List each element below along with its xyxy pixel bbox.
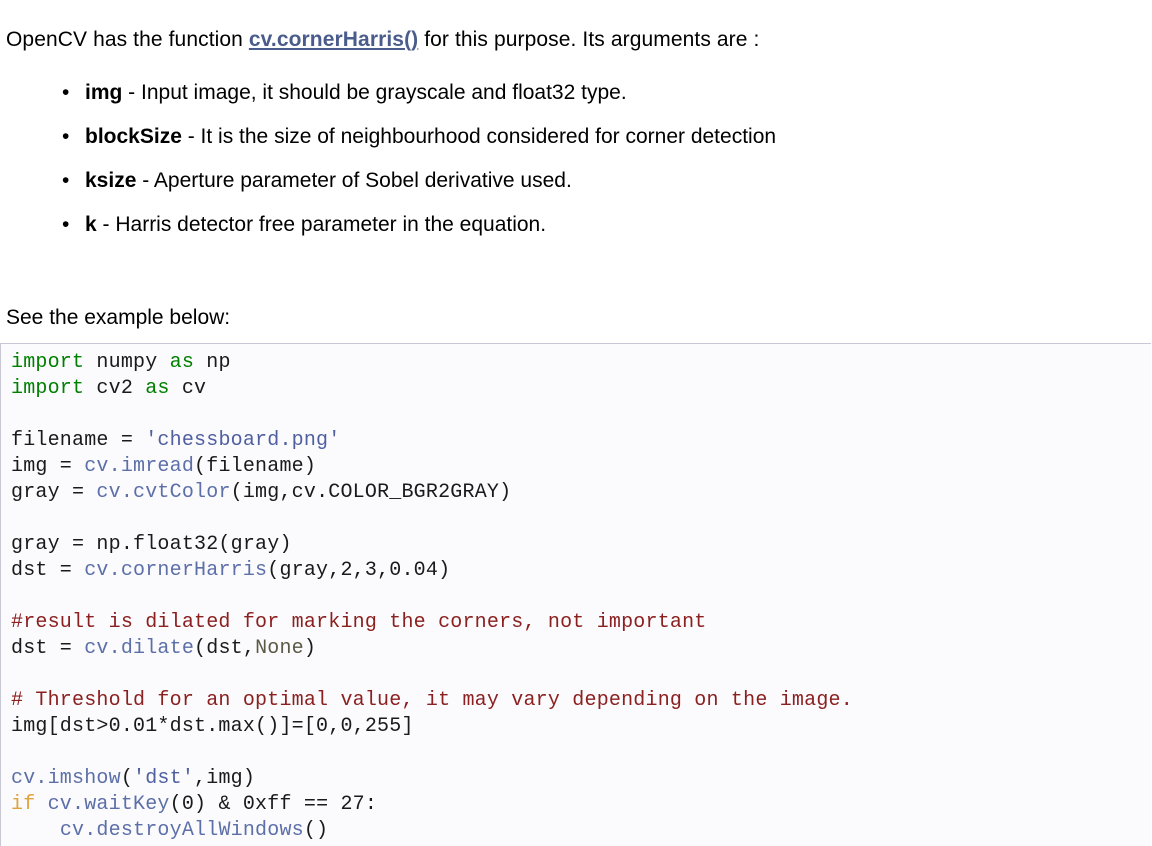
bullet-icon: • xyxy=(62,213,70,236)
code-token-kw2: if xyxy=(11,793,36,816)
code-token-str: 'chessboard.png' xyxy=(145,429,341,452)
code-token-plain: ,img) xyxy=(194,767,256,790)
code-token-plain: gray = np.float32(gray) xyxy=(11,533,292,556)
code-line: img = cv.imread(filename) xyxy=(11,454,1151,480)
code-line: img[dst>0.01*dst.max()]=[0,0,255] xyxy=(11,714,1151,740)
code-token-kw: as xyxy=(145,377,170,400)
bullet-icon: • xyxy=(62,125,70,148)
code-token-plain: cv xyxy=(169,377,207,400)
code-token-plain: filename = xyxy=(11,429,146,452)
argument-name: img xyxy=(85,81,123,104)
code-token-comment: #result is dilated for marking the corne… xyxy=(11,611,707,634)
code-line: gray = np.float32(gray) xyxy=(11,532,1151,558)
code-line: cv.destroyAllWindows() xyxy=(11,818,1151,844)
code-token-plain: np xyxy=(194,351,231,374)
code-token-fn: cv.waitKey xyxy=(47,793,170,816)
code-token-fn: cv.cornerHarris xyxy=(84,559,268,582)
code-line: dst = cv.dilate(dst,None) xyxy=(11,636,1151,662)
code-token-const: None xyxy=(255,637,304,660)
code-line: filename = 'chessboard.png' xyxy=(11,428,1151,454)
code-token-plain: gray = xyxy=(11,481,97,504)
code-token-plain: cv2 xyxy=(84,377,146,400)
code-line: dst = cv.cornerHarris(gray,2,3,0.04) xyxy=(11,558,1151,584)
code-block[interactable]: import numpy as np import cv2 as cv filen… xyxy=(0,343,1151,846)
code-token-plain: ( xyxy=(120,767,134,790)
bullet-icon: • xyxy=(62,81,70,104)
arguments-list: • img - Input image, it should be graysca… xyxy=(0,78,776,254)
code-line: cv.imshow('dst',img) xyxy=(11,766,1151,792)
code-token-plain: img[dst>0.01*dst.max()]=[0,0,255] xyxy=(11,715,414,738)
argument-item: • img - Input image, it should be graysca… xyxy=(0,78,776,122)
intro-text-before: OpenCV has the function xyxy=(6,28,249,51)
code-token-plain: dst = xyxy=(11,559,85,582)
code-token-str: 'dst' xyxy=(133,767,195,790)
intro-text-after: for this purpose. Its arguments are : xyxy=(418,28,760,51)
argument-item: • blockSize - It is the size of neighbour… xyxy=(0,122,776,166)
code-token-plain: (0) & 0xff == 27: xyxy=(169,793,378,816)
code-token-plain: (filename) xyxy=(194,455,317,478)
code-token-fn: cv.destroyAllWindows xyxy=(59,819,304,842)
code-line: #result is dilated for marking the corne… xyxy=(11,610,1151,636)
bullet-icon: • xyxy=(62,169,70,192)
documentation-page: OpenCV has the function cv.cornerHarris(… xyxy=(0,0,1152,846)
code-token-fn: cv.dilate xyxy=(84,637,195,660)
code-token-plain: numpy xyxy=(84,351,170,374)
argument-name: blockSize xyxy=(85,125,182,148)
code-token-fn: cv.imshow xyxy=(11,767,121,790)
argument-description: - It is the size of neighbourhood consid… xyxy=(181,125,777,148)
code-token-comment: # Threshold for an optimal value, it may… xyxy=(11,689,853,712)
code-token-kw: import xyxy=(11,351,85,374)
argument-name: k xyxy=(85,213,97,236)
code-token-kw: import xyxy=(11,377,85,400)
argument-description: - Harris detector free parameter in the … xyxy=(96,213,547,236)
argument-item: • ksize - Aperture parameter of Sobel der… xyxy=(0,166,776,210)
code-token-plain: () xyxy=(303,819,329,842)
argument-description: - Aperture parameter of Sobel derivative… xyxy=(136,169,572,192)
code-line: import numpy as np xyxy=(11,350,1151,376)
code-line: gray = cv.cvtColor(img,cv.COLOR_BGR2GRAY… xyxy=(11,480,1151,506)
intro-paragraph: OpenCV has the function cv.cornerHarris(… xyxy=(6,26,759,54)
argument-item: • k - Harris detector free parameter in t… xyxy=(0,210,776,254)
code-token-plain: dst = xyxy=(11,637,85,660)
code-token-plain: (img,cv.COLOR_BGR2GRAY) xyxy=(230,481,512,504)
code-token-kw: as xyxy=(169,351,195,374)
code-token-plain: (dst, xyxy=(194,637,256,660)
code-line: import cv2 as cv xyxy=(11,376,1151,402)
code-line: # Threshold for an optimal value, it may… xyxy=(11,688,1151,714)
code-token-fn: cv.cvtColor xyxy=(96,481,231,504)
code-token-fn: cv.imread xyxy=(84,455,195,478)
code-token-plain: img = xyxy=(11,455,85,478)
code-token-plain: ) xyxy=(303,637,317,660)
code-line: if cv.waitKey(0) & 0xff == 27: xyxy=(11,792,1151,818)
corner-harris-function-link[interactable]: cv.cornerHarris() xyxy=(249,28,418,51)
see-example-text: See the example below: xyxy=(6,306,231,329)
argument-name: ksize xyxy=(85,169,137,192)
argument-description: - Input image, it should be grayscale an… xyxy=(122,81,627,104)
code-token-plain: (gray,2,3,0.04) xyxy=(267,559,451,582)
